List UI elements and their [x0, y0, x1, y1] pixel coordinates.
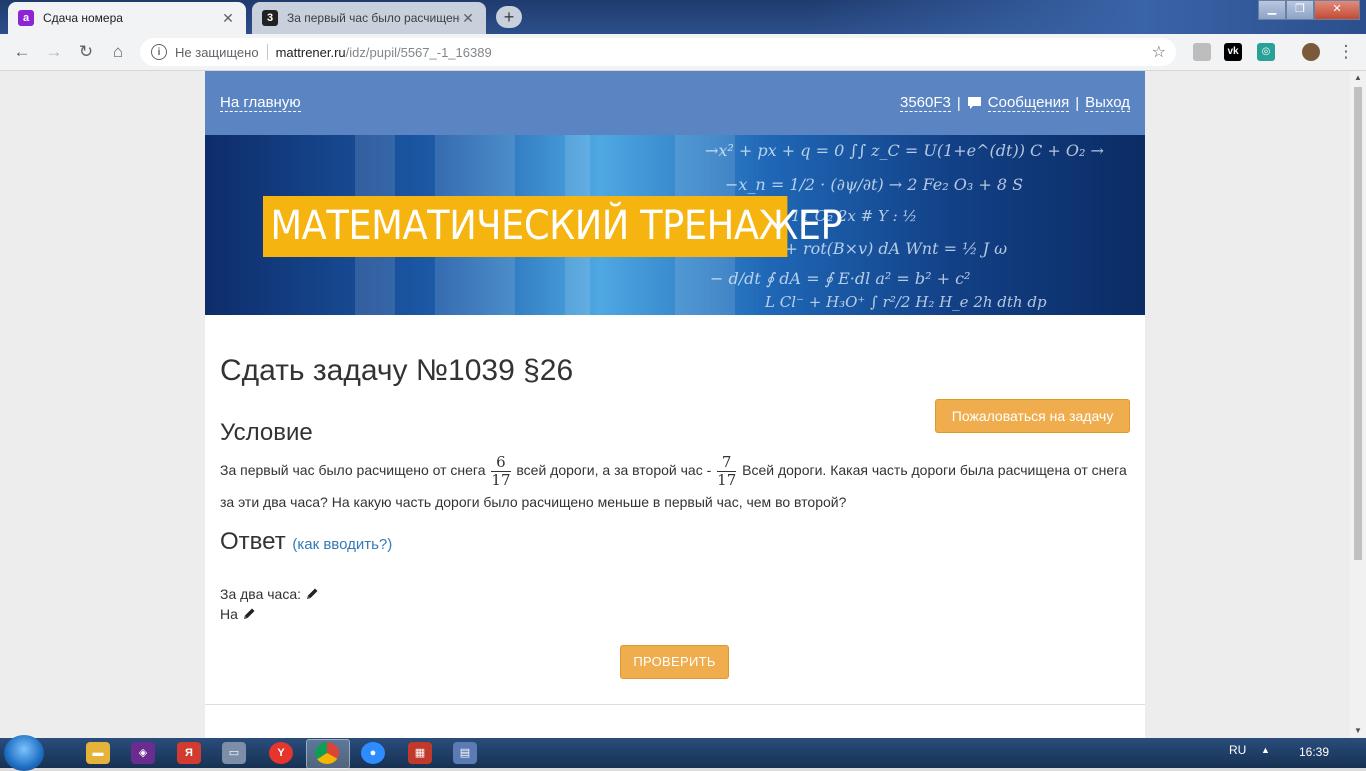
divider [266, 44, 268, 60]
profile-avatar[interactable] [1302, 43, 1320, 61]
windows-taskbar: ▬ ◈ Я ▭ Y ● ▦ ▤ RU ▲ 16:39 [0, 735, 1366, 771]
app-icon[interactable]: ▭ [222, 742, 246, 764]
yandex-browser-icon[interactable]: Y [269, 742, 293, 764]
condition-text: За первый час было расчищено от снега [220, 462, 486, 479]
site-logo: МАТЕМАТИЧЕСКИЙ ТРЕНАЖЕР [263, 196, 843, 257]
answer-heading: Ответ (как вводить?) [220, 528, 393, 555]
answer-label: На [220, 606, 238, 622]
zoom-icon[interactable]: ● [361, 742, 385, 764]
pencil-icon[interactable] [305, 587, 319, 601]
browser-title-bar: a Сдача номера ✕ 3 За первый час было ра… [0, 0, 1366, 34]
speech-bubble-icon [967, 97, 981, 109]
site-banner: →x² + px + q = 0 ∫∫ z_C = U(1+e^(dt)) C … [205, 135, 1145, 315]
site-favicon-icon: 3 [262, 10, 278, 26]
calculator-icon[interactable]: ▤ [453, 742, 477, 764]
page-scrollbar[interactable]: ▲ ▼ [1350, 71, 1366, 738]
scroll-thumb[interactable] [1354, 87, 1362, 560]
check-button[interactable]: ПРОВЕРИТЬ [620, 645, 729, 679]
start-button[interactable] [4, 735, 44, 771]
browser-toolbar: ← → ↻ ⌂ i Не защищено mattrener.ru/idz/p… [0, 34, 1366, 71]
problem-statement: За первый час было расчищено от снега 61… [220, 454, 1130, 516]
new-tab-button[interactable]: + [496, 6, 522, 28]
fraction: 6 17 [491, 453, 511, 489]
site-top-nav: На главную 3560F3 | Сообщения | Выход [205, 71, 1145, 135]
explorer-icon[interactable]: ▬ [86, 742, 110, 764]
chrome-icon[interactable] [315, 742, 339, 764]
home-icon[interactable]: ⌂ [108, 42, 128, 62]
yandex-icon[interactable]: Я [177, 742, 201, 764]
tab-problem-search[interactable]: 3 За первый час было расчищено ✕ [252, 2, 486, 34]
menu-kebab-icon[interactable]: ⋮ [1336, 42, 1356, 62]
archive-icon[interactable]: ▦ [408, 742, 432, 764]
url-path: /idz/pupil/5567_-1_16389 [345, 44, 492, 60]
info-icon[interactable]: i [151, 44, 167, 60]
app-icon[interactable]: ◈ [131, 742, 155, 764]
extension-badge-icon[interactable]: ◎ [1257, 43, 1275, 61]
close-tab-icon[interactable]: ✕ [460, 10, 476, 27]
answer-row-total: За два часа: [220, 586, 319, 602]
user-code-link[interactable]: 3560F3 [900, 94, 951, 112]
back-arrow-icon[interactable]: ← [12, 42, 32, 62]
forward-arrow-icon[interactable]: → [44, 42, 64, 62]
reload-icon[interactable]: ↻ [76, 42, 96, 62]
nav-divider: | [956, 94, 961, 112]
condition-heading: Условие [220, 419, 313, 446]
logout-link[interactable]: Выход [1085, 94, 1130, 112]
close-window-button[interactable]: ✕ [1314, 0, 1360, 20]
tray-expand-icon[interactable]: ▲ [1261, 745, 1270, 755]
answer-row-difference: На [220, 606, 256, 622]
page-container: На главную 3560F3 | Сообщения | Выход →x… [205, 71, 1145, 738]
vk-extension-icon[interactable]: vk [1224, 43, 1242, 61]
divider [205, 704, 1145, 705]
extension-icon[interactable] [1193, 43, 1211, 61]
tab-title: За первый час было расчищено [287, 11, 460, 25]
condition-text: всей дороги, а за второй час - [516, 462, 712, 479]
fraction: 7 17 [717, 453, 737, 489]
security-label: Не защищено [175, 44, 259, 60]
page-viewport: На главную 3560F3 | Сообщения | Выход →x… [0, 71, 1350, 738]
site-favicon-icon: a [18, 10, 34, 26]
url-host: mattrener.ru [275, 44, 346, 60]
address-bar[interactable]: i Не защищено mattrener.ru/idz/pupil/556… [140, 38, 1176, 66]
answer-label: За два часа: [220, 586, 302, 602]
complain-button[interactable]: Пожаловаться на задачу [935, 399, 1130, 433]
tab-title: Сдача номера [43, 11, 123, 25]
input-help-link[interactable]: (как вводить?) [292, 536, 392, 553]
language-indicator[interactable]: RU [1229, 743, 1246, 757]
page-title: Сдать задачу №1039 §26 [220, 354, 574, 387]
window-controls: ▁ ❐ ✕ [1258, 0, 1360, 20]
bookmark-star-icon[interactable]: ☆ [1152, 42, 1166, 62]
pencil-icon[interactable] [242, 607, 256, 621]
clock[interactable]: 16:39 [1299, 745, 1329, 759]
nav-divider: | [1075, 94, 1080, 112]
tab-submission[interactable]: a Сдача номера ✕ [8, 2, 246, 34]
close-tab-icon[interactable]: ✕ [220, 10, 236, 27]
scroll-down-icon[interactable]: ▼ [1350, 724, 1366, 738]
scroll-up-icon[interactable]: ▲ [1350, 71, 1366, 85]
maximize-button[interactable]: ❐ [1286, 0, 1314, 20]
messages-link[interactable]: Сообщения [987, 94, 1070, 112]
home-link[interactable]: На главную [220, 94, 301, 112]
minimize-button[interactable]: ▁ [1258, 0, 1286, 20]
